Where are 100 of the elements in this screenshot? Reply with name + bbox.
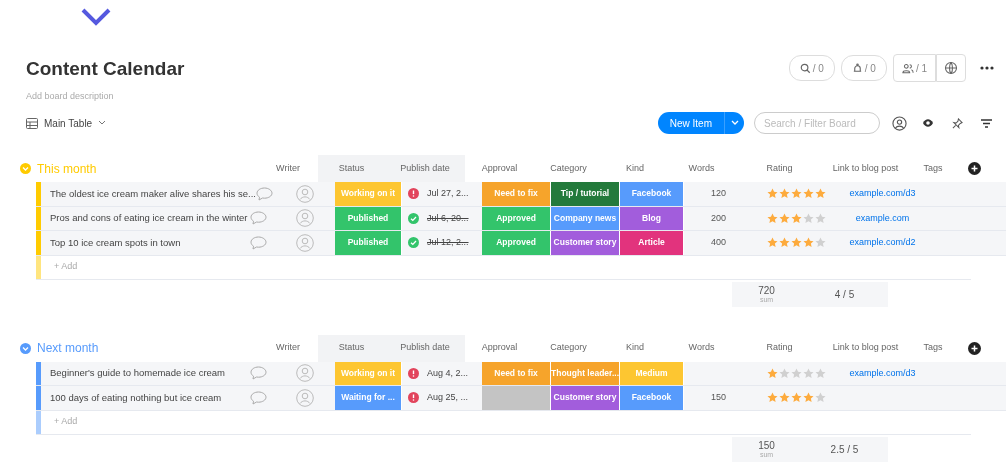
category-label[interactable]: Tip / tutorial <box>551 182 620 206</box>
column-header[interactable]: Category <box>534 334 603 362</box>
item-name[interactable]: The oldest ice cream maker alive shares his se... <box>50 186 256 201</box>
column-header[interactable]: Status <box>318 334 385 362</box>
star-icon <box>815 188 826 200</box>
star-icon <box>791 237 802 249</box>
group-title[interactable]: Next month <box>37 339 258 357</box>
column-header[interactable]: Category <box>534 155 603 182</box>
column-header[interactable]: Link to blog post <box>823 334 908 362</box>
column-header[interactable]: Writer <box>258 334 318 362</box>
word-count[interactable]: 200 <box>711 211 726 225</box>
avatar-icon[interactable] <box>296 209 314 228</box>
star-icon <box>779 212 790 224</box>
word-count[interactable]: 400 <box>711 236 726 250</box>
star-icon <box>767 212 778 224</box>
avatar-icon[interactable] <box>296 388 314 407</box>
star-icon <box>803 392 814 404</box>
star-icon <box>791 392 802 404</box>
people-icon <box>901 62 914 74</box>
column-header[interactable]: Link to blog post <box>823 155 908 182</box>
avatar-icon[interactable] <box>296 233 314 252</box>
column-header[interactable]: Approval <box>465 334 534 362</box>
column-header[interactable]: Tags <box>908 334 958 362</box>
comment-icon[interactable] <box>250 390 267 405</box>
column-header[interactable]: Publish date <box>385 155 465 182</box>
star-icon <box>767 188 778 200</box>
column-header[interactable]: Words <box>667 334 736 362</box>
rating-summary: 4 / 5 <box>801 281 888 307</box>
blog-link[interactable]: example.com/d3 <box>849 187 916 201</box>
collapse-icon[interactable] <box>20 342 31 354</box>
blog-link[interactable]: example.com/d3 <box>849 366 916 380</box>
star-icon <box>815 237 826 249</box>
caret-icon <box>730 120 739 126</box>
publish-date[interactable]: Jul 6, 20... <box>427 211 469 225</box>
publish-date[interactable]: Aug 25, ... <box>427 391 469 405</box>
person-icon[interactable] <box>892 115 907 131</box>
search-icon <box>799 62 811 74</box>
word-count[interactable]: 120 <box>711 187 726 201</box>
column-header[interactable]: Kind <box>603 334 667 362</box>
comment-icon[interactable] <box>255 186 273 201</box>
chevron-down-icon[interactable] <box>80 6 112 28</box>
globe-icon <box>944 61 958 75</box>
avatar-icon[interactable] <box>296 364 314 383</box>
approval-label[interactable] <box>482 386 551 410</box>
add-column-icon[interactable] <box>968 162 981 175</box>
column-header[interactable]: Writer <box>258 155 318 182</box>
comment-icon[interactable] <box>250 211 267 226</box>
view-selector[interactable]: Main Table <box>26 115 107 131</box>
star-icon <box>791 367 802 379</box>
star-icon <box>779 392 790 404</box>
publish-date[interactable]: Jul 12, 2... <box>427 236 469 250</box>
category-label[interactable]: Customer story <box>551 231 620 255</box>
column-header[interactable]: Publish date <box>385 334 465 362</box>
star-icon <box>791 212 802 224</box>
blog-link[interactable]: example.com/d2 <box>849 236 916 250</box>
search-count-button[interactable]: / 0 <box>788 55 835 81</box>
item-name[interactable]: 100 days of eating nothing but ice cream <box>50 390 222 405</box>
board-title: Content Calendar <box>26 57 185 81</box>
category-label[interactable]: Customer story <box>551 386 620 410</box>
star-icon <box>767 237 778 249</box>
pin-icon[interactable] <box>952 117 963 129</box>
kind-label[interactable]: Article <box>620 231 684 255</box>
star-icon <box>779 188 790 200</box>
column-header[interactable]: Rating <box>736 334 823 362</box>
blog-link[interactable]: example.com <box>855 211 910 225</box>
star-icon <box>815 367 826 379</box>
publish-date[interactable]: Jul 27, 2... <box>427 187 469 201</box>
column-header[interactable]: Kind <box>603 155 667 182</box>
item-name[interactable]: Beginner's guide to homemade ice cream <box>50 366 226 381</box>
filter-icon[interactable] <box>981 118 992 128</box>
column-header[interactable]: Rating <box>736 155 823 182</box>
column-header[interactable]: Tags <box>908 155 958 182</box>
star-icon <box>803 367 814 379</box>
star-icon <box>767 392 778 404</box>
star-icon <box>815 212 826 224</box>
caret-icon <box>98 120 107 126</box>
search-field[interactable]: Search / Filter Board <box>754 112 880 134</box>
item-name[interactable]: Pros and cons of eating ice cream in the winter <box>50 211 248 226</box>
item-name[interactable]: Top 10 ice cream spots in town <box>50 235 181 250</box>
star-icon <box>767 367 778 379</box>
star-icon <box>791 188 802 200</box>
add-column-icon[interactable] <box>968 341 981 355</box>
collapse-icon[interactable] <box>20 163 31 174</box>
star-icon <box>803 212 814 224</box>
globe-button[interactable] <box>936 54 966 82</box>
more-icon[interactable] <box>980 66 994 70</box>
comment-icon[interactable] <box>250 366 267 381</box>
avatar-icon[interactable] <box>296 184 314 203</box>
word-count[interactable]: 150 <box>711 391 726 405</box>
column-header[interactable]: Status <box>318 155 385 182</box>
star-icon <box>803 237 814 249</box>
comment-icon[interactable] <box>250 235 267 250</box>
column-header[interactable]: Approval <box>465 155 534 182</box>
kind-label[interactable]: Blog <box>620 206 684 230</box>
eye-icon[interactable] <box>922 118 934 128</box>
rating-summary: 2.5 / 5 <box>801 436 888 462</box>
column-header[interactable]: Words <box>667 155 736 182</box>
members-button[interactable]: / 1 <box>892 54 936 82</box>
publish-date[interactable]: Aug 4, 2... <box>427 366 469 380</box>
activity-count-button[interactable]: / 0 <box>840 55 887 81</box>
